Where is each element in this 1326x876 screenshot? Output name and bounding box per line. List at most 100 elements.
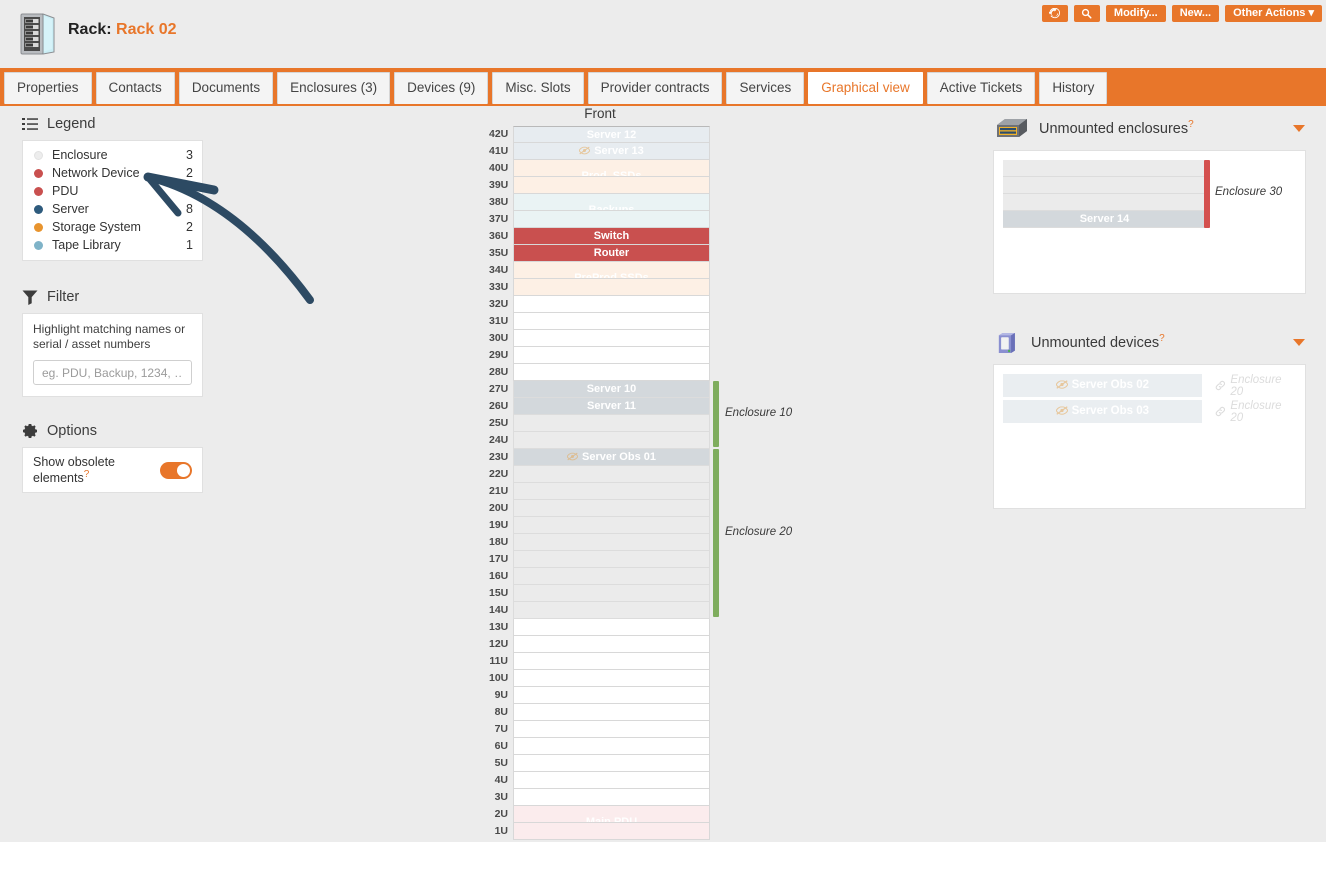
rack-empty-slot[interactable]: [513, 568, 710, 585]
rack-item-main-pdu[interactable]: Main PDU: [513, 806, 710, 823]
rack-item-server-13[interactable]: Server 13: [513, 143, 710, 160]
rack-empty-slot: [513, 619, 710, 636]
unmounted-devices-help-icon[interactable]: ?: [1159, 333, 1165, 344]
legend-item[interactable]: Storage System 2: [23, 218, 202, 236]
rack-row: 6U: [489, 738, 789, 755]
tab-properties[interactable]: Properties: [4, 72, 92, 104]
legend-item[interactable]: Server 8: [23, 200, 202, 218]
enclosure-icon: [997, 119, 1027, 137]
legend-item[interactable]: Network Device 2: [23, 164, 202, 182]
rack-item-prod-ssds[interactable]: Prod. SSDs: [513, 160, 710, 177]
unmounted-device-row[interactable]: Server Obs 03 Enclosure 20: [1003, 400, 1296, 424]
rack-empty-slot[interactable]: [513, 823, 710, 840]
rack-row: 37U: [489, 211, 789, 228]
rack-unit-label: 32U: [489, 298, 509, 310]
rack-item-server-12[interactable]: Server 12: [513, 126, 710, 143]
search-button[interactable]: [1073, 5, 1100, 22]
rack-unit-label: 6U: [494, 740, 508, 752]
unmounted-device-enclosure-link[interactable]: Enclosure 20: [1215, 374, 1296, 398]
tab-devices-9[interactable]: Devices (9): [394, 72, 489, 104]
tab-contacts[interactable]: Contacts: [95, 72, 175, 104]
rack-unit-label: 17U: [489, 553, 509, 565]
top-action-toolbar: Modify... New... Other Actions ▾: [1041, 5, 1322, 22]
new-button[interactable]: New...: [1171, 5, 1220, 22]
show-obsolete-toggle[interactable]: [160, 461, 192, 479]
rack-empty-slot[interactable]: [513, 585, 710, 602]
tab-graphical-view[interactable]: Graphical view: [808, 72, 923, 104]
rack-empty-slot: [513, 738, 710, 755]
legend-item[interactable]: Tape Library 1: [23, 236, 202, 254]
enclosure-slot-empty: [1003, 177, 1206, 194]
legend-item-count: 1: [186, 184, 193, 198]
rack-empty-slot[interactable]: [513, 483, 710, 500]
enclosure-extent-bar[interactable]: [713, 449, 719, 617]
rack-empty-slot: [513, 670, 710, 687]
tab-services[interactable]: Services: [726, 72, 805, 104]
legend-item-label: Storage System: [52, 220, 141, 234]
unmounted-device-chip[interactable]: Server Obs 03: [1003, 400, 1202, 423]
refresh-button[interactable]: [1041, 5, 1068, 22]
tab-active-tickets[interactable]: Active Tickets: [926, 72, 1036, 104]
enclosure-slot-filled[interactable]: Server 14: [1003, 211, 1206, 228]
rack-item-label: Server 11: [587, 400, 636, 412]
enclosure-slot-empty: [1003, 194, 1206, 211]
rack-empty-slot[interactable]: [513, 279, 710, 296]
tab-bar: Properties Contacts Documents Enclosures (3…: [0, 68, 1326, 106]
rack-row: 12U: [489, 636, 789, 653]
rack-unit-label: 31U: [489, 315, 509, 327]
unmounted-device-enclosure-link[interactable]: Enclosure 20: [1215, 400, 1296, 424]
rack-row: 22U: [489, 466, 789, 483]
rack-empty-slot[interactable]: [513, 602, 710, 619]
rack-row: 24U: [489, 432, 789, 449]
tab-enclosures-3[interactable]: Enclosures (3): [277, 72, 391, 104]
rack-empty-slot[interactable]: [513, 177, 710, 194]
rack-unit-label: 8U: [494, 706, 508, 718]
rack-item-backups[interactable]: Backups: [513, 194, 710, 211]
rack-empty-slot[interactable]: [513, 517, 710, 534]
rack-unit-label: 27U: [489, 383, 509, 395]
tab-history[interactable]: History: [1039, 72, 1108, 104]
rack-item-label: Server Obs 01: [514, 450, 709, 465]
unmounted-enclosure-bar: [1204, 160, 1210, 228]
tab-documents[interactable]: Documents: [178, 72, 274, 104]
show-obsolete-help-icon[interactable]: ?: [84, 469, 90, 480]
rack-unit-label: 15U: [489, 587, 509, 599]
rack-row: 40U Prod. SSDs: [489, 160, 789, 177]
rack-empty-slot: [513, 296, 710, 313]
legend-item[interactable]: Enclosure 3: [23, 146, 202, 164]
other-actions-button[interactable]: Other Actions ▾: [1225, 5, 1322, 22]
unmounted-enclosure[interactable]: Server 14 Enclosure 30: [1003, 160, 1282, 228]
rack-item-router[interactable]: Router: [513, 245, 710, 262]
enclosure-extent-bar[interactable]: [713, 381, 719, 447]
rack-view-title: Front: [584, 106, 616, 121]
rack-empty-slot[interactable]: [513, 534, 710, 551]
rack-empty-slot[interactable]: [513, 500, 710, 517]
rack-unit-label: 38U: [489, 196, 509, 208]
page-title-value: Rack 02: [116, 21, 177, 38]
rack-row: 29U: [489, 347, 789, 364]
funnel-icon: [22, 290, 38, 305]
rack-empty-slot[interactable]: [513, 551, 710, 568]
unmounted-device-row[interactable]: Server Obs 02 Enclosure 20: [1003, 374, 1296, 398]
obsolete-eye-slash-icon: [566, 450, 579, 465]
rack-empty-slot[interactable]: [513, 211, 710, 228]
rack-empty-slot[interactable]: [513, 415, 710, 432]
filter-input[interactable]: [33, 360, 192, 385]
rack-item-server-10[interactable]: Server 10: [513, 381, 710, 398]
rack-row: 20U: [489, 500, 789, 517]
rack-item-server-11[interactable]: Server 11: [513, 398, 710, 415]
rack-row: 36U Switch: [489, 228, 789, 245]
unmounted-enclosures-help-icon[interactable]: ?: [1188, 119, 1194, 130]
rack-item-server-obs-01[interactable]: Server Obs 01: [513, 449, 710, 466]
unmounted-device-chip[interactable]: Server Obs 02: [1003, 374, 1202, 397]
tab-misc-slots[interactable]: Misc. Slots: [492, 72, 584, 104]
rack-empty-slot[interactable]: [513, 466, 710, 483]
rack-empty-slot[interactable]: [513, 432, 710, 449]
unmounted-devices-collapse-toggle[interactable]: [1293, 338, 1305, 346]
modify-button[interactable]: Modify...: [1105, 5, 1166, 22]
legend-item[interactable]: PDU 1: [23, 182, 202, 200]
rack-item-switch[interactable]: Switch: [513, 228, 710, 245]
tab-provider-contracts[interactable]: Provider contracts: [587, 72, 723, 104]
rack-item-preprod-ssds[interactable]: PreProd SSDs: [513, 262, 710, 279]
unmounted-enclosures-collapse-toggle[interactable]: [1293, 124, 1305, 132]
